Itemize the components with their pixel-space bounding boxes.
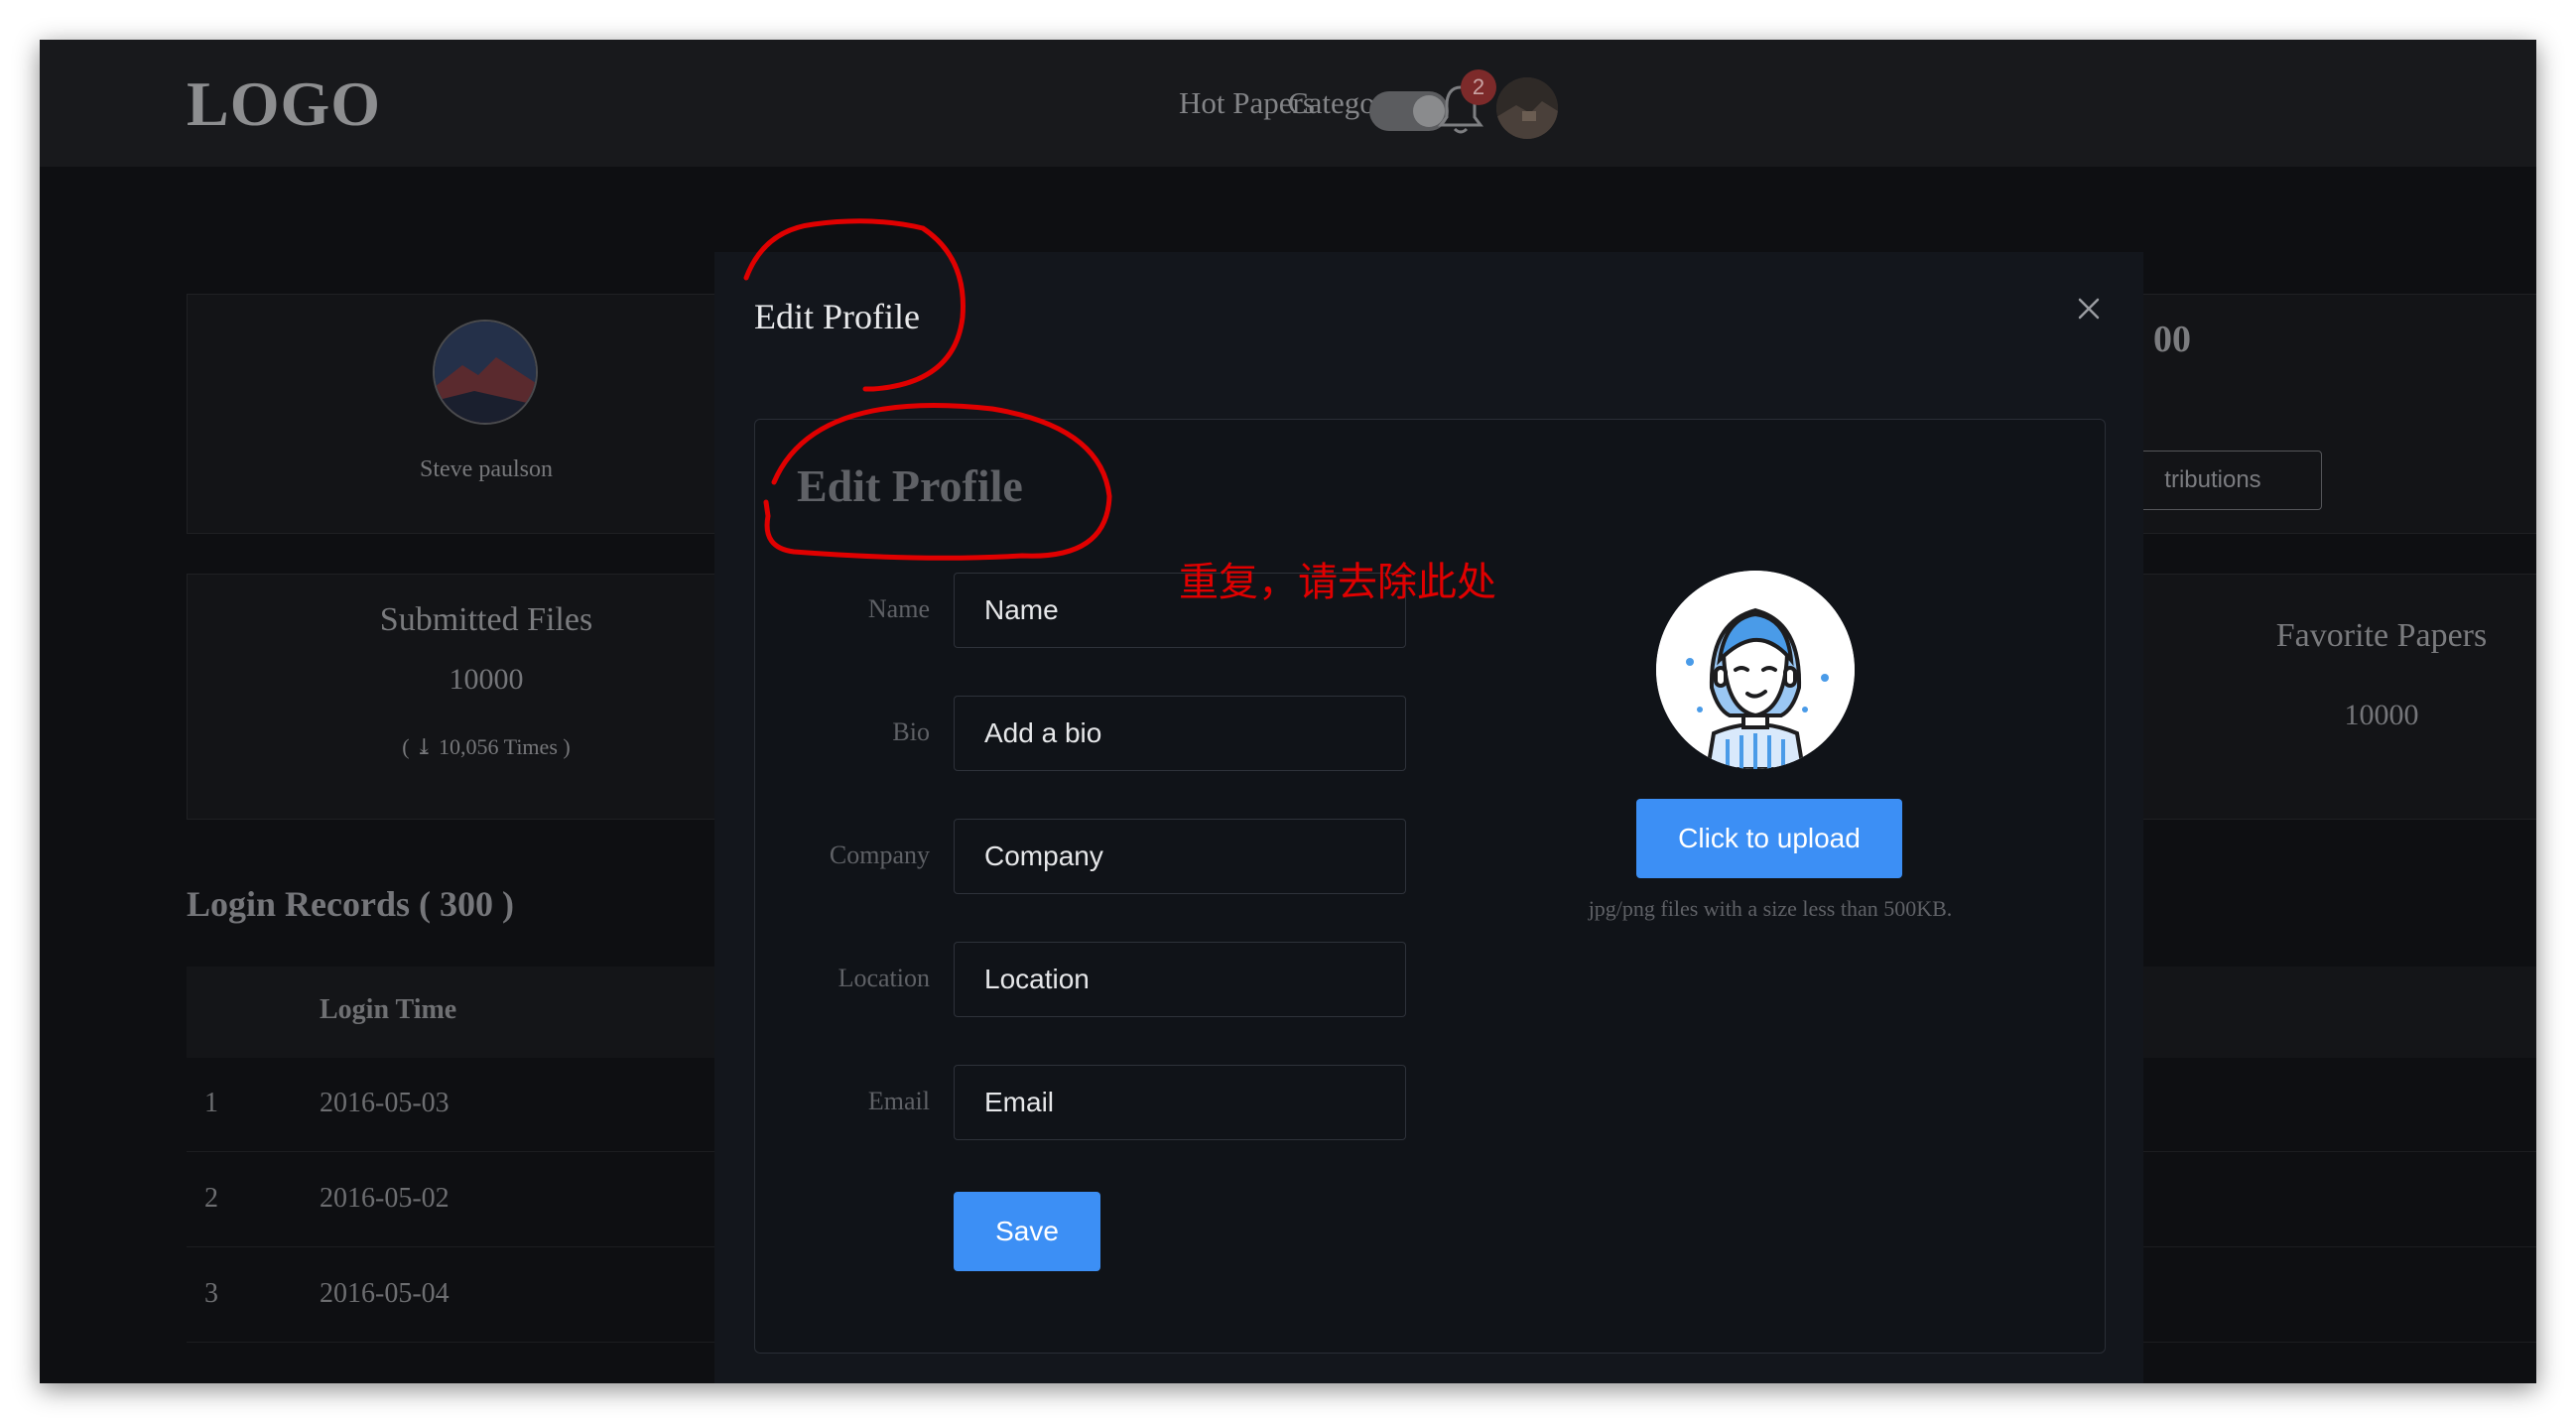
modal-title: Edit Profile — [754, 297, 920, 336]
logo[interactable]: LOGO — [187, 67, 381, 141]
form-title: Edit Profile — [797, 460, 1023, 511]
favorite-card — [2104, 574, 2536, 820]
app-window: LOGO Hot Papers Category 2 Steve paulson — [40, 40, 2536, 1383]
bio-label: Bio — [892, 717, 930, 746]
company-input[interactable] — [954, 819, 1406, 894]
submitted-files-label: Submitted Files — [379, 601, 593, 638]
favorite-papers-value: 10000 — [2344, 699, 2419, 731]
email-label: Email — [867, 1087, 930, 1115]
row-time: 2016-05-03 — [320, 1088, 450, 1118]
save-button[interactable]: Save — [954, 1192, 1100, 1271]
avatar-preview — [1656, 571, 1855, 769]
close-icon[interactable] — [2074, 294, 2104, 323]
company-label: Company — [829, 841, 930, 869]
row-index: 2 — [204, 1183, 218, 1214]
location-input[interactable] — [954, 942, 1406, 1017]
partial-number: 00 — [2153, 319, 2191, 360]
profile-name: Steve paulson — [420, 456, 553, 482]
bio-input[interactable] — [954, 696, 1406, 771]
row-time: 2016-05-02 — [320, 1183, 450, 1214]
location-label: Location — [837, 964, 930, 992]
row-time: 2016-05-04 — [320, 1278, 450, 1309]
profile-avatar — [433, 320, 538, 425]
upload-hint: jpg/png files with a size less than 500K… — [1588, 896, 1953, 921]
edit-profile-modal: Edit Profile Edit Profile Name Bio Compa… — [714, 252, 2143, 1383]
downloads-count: ( ⤓ 10,056 Times ) — [402, 734, 571, 759]
top-navbar: LOGO Hot Papers Category 2 — [40, 40, 2536, 167]
email-input[interactable] — [954, 1065, 1406, 1140]
favorite-papers-label: Favorite Papers — [2275, 617, 2488, 654]
review-annotation-text: 重复，请去除此处 — [1179, 560, 1496, 605]
user-avatar[interactable] — [1496, 77, 1558, 139]
row-index: 3 — [204, 1278, 218, 1309]
notification-badge: 2 — [1461, 69, 1496, 105]
name-label: Name — [867, 594, 930, 623]
submitted-files-value: 10000 — [449, 663, 524, 696]
column-login-time: Login Time — [320, 994, 457, 1025]
upload-button[interactable]: Click to upload — [1636, 799, 1902, 878]
row-index: 1 — [204, 1088, 218, 1118]
login-records-heading: Login Records ( 300 ) — [187, 884, 514, 924]
